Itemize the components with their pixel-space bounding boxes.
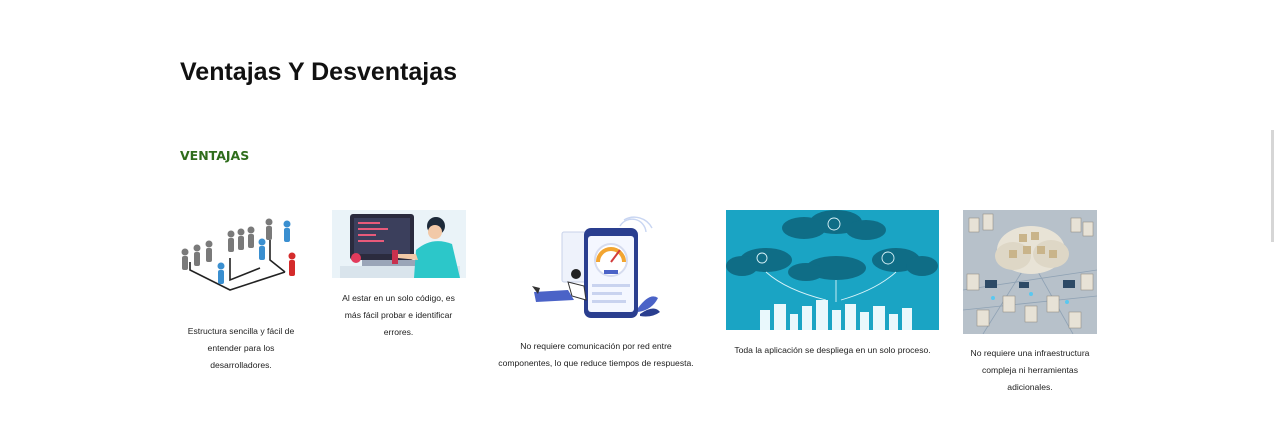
advantages-heading: VENTAJAS bbox=[180, 148, 250, 163]
advantage-text-2: Al estar en un solo código, es más fácil… bbox=[342, 293, 455, 337]
hierarchy-people-image bbox=[175, 210, 305, 300]
advantage-text-1: Estructura sencilla y fácil de entender … bbox=[187, 326, 295, 370]
speed-gauge-phone-image bbox=[528, 212, 662, 320]
developer-coding-image bbox=[332, 210, 466, 278]
section-title: Ventajas Y Desventajas bbox=[180, 58, 458, 86]
cloud-infrastructure-image bbox=[963, 210, 1097, 334]
advantage-text-4: Toda la aplicación se despliega en un so… bbox=[734, 345, 931, 355]
cloud-city-network-image bbox=[726, 210, 939, 330]
advantage-text-5: No requiere una infraestructura compleja… bbox=[970, 348, 1090, 392]
advantage-text-3: No requiere comunicación por red entre c… bbox=[498, 341, 694, 368]
